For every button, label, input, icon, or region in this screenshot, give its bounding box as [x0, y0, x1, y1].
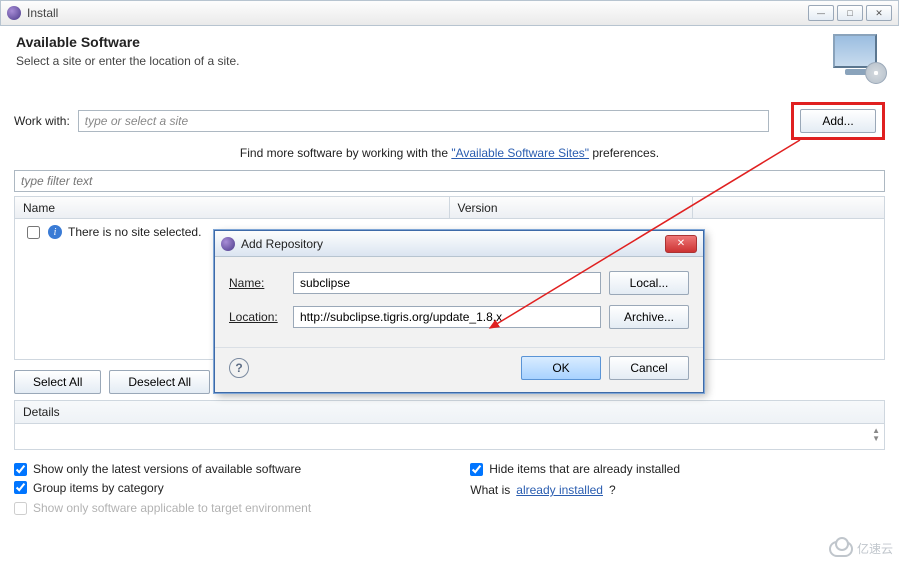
show-applicable-option[interactable]: Show only software applicable to target … — [14, 499, 467, 517]
show-applicable-checkbox[interactable] — [14, 502, 27, 515]
add-repository-dialog: Add Repository ✕ Name: Local... Location… — [214, 230, 704, 393]
name-label: Name: — [229, 276, 285, 290]
column-name[interactable]: Name — [15, 197, 450, 218]
filter-input[interactable] — [14, 170, 885, 192]
location-input[interactable] — [293, 306, 601, 328]
maximize-button[interactable] — [837, 5, 863, 21]
wizard-header: Available Software Select a site or ente… — [0, 26, 899, 92]
add-button[interactable]: Add... — [800, 109, 876, 133]
what-is-installed: What is already installed? — [470, 481, 871, 499]
window-title: Install — [27, 6, 805, 20]
hide-installed-option[interactable]: Hide items that are already installed — [470, 460, 871, 478]
show-latest-checkbox[interactable] — [14, 463, 27, 476]
options-area: Show only the latest versions of availab… — [14, 460, 885, 518]
column-version[interactable]: Version — [450, 197, 693, 218]
eclipse-icon — [7, 6, 21, 20]
location-label: Location: — [229, 310, 285, 324]
cancel-button[interactable]: Cancel — [609, 356, 689, 380]
modal-title: Add Repository — [241, 237, 665, 251]
titlebar: Install — [0, 0, 899, 26]
modal-titlebar: Add Repository ✕ — [215, 231, 703, 257]
archive-button[interactable]: Archive... — [609, 305, 689, 329]
empty-message: There is no site selected. — [68, 225, 201, 239]
details-header[interactable]: Details — [14, 400, 885, 424]
name-input[interactable] — [293, 272, 601, 294]
select-all-button[interactable]: Select All — [14, 370, 101, 394]
info-icon: i — [48, 225, 62, 239]
help-icon[interactable]: ? — [229, 358, 249, 378]
deselect-all-button[interactable]: Deselect All — [109, 370, 210, 394]
available-sites-link[interactable]: "Available Software Sites" — [451, 146, 589, 160]
column-blank — [693, 197, 884, 218]
add-button-highlight: Add... — [791, 102, 885, 140]
show-latest-option[interactable]: Show only the latest versions of availab… — [14, 460, 467, 478]
workwith-label: Work with: — [14, 114, 70, 128]
minimize-button[interactable] — [808, 5, 834, 21]
table-header: Name Version — [15, 197, 884, 219]
watermark: 亿速云 — [829, 540, 893, 557]
ok-button[interactable]: OK — [521, 356, 601, 380]
row-checkbox[interactable] — [27, 226, 40, 239]
install-banner-icon — [833, 34, 883, 80]
hide-installed-checkbox[interactable] — [470, 463, 483, 476]
local-button[interactable]: Local... — [609, 271, 689, 295]
findmore-text: Find more software by working with the "… — [14, 146, 885, 160]
page-subtitle: Select a site or enter the location of a… — [16, 54, 239, 68]
already-installed-link[interactable]: already installed — [516, 483, 603, 497]
workwith-input[interactable] — [78, 110, 769, 132]
modal-close-button[interactable]: ✕ — [665, 235, 697, 253]
group-category-option[interactable]: Group items by category — [14, 479, 467, 497]
details-body: ▲▼ — [14, 424, 885, 450]
close-button[interactable] — [866, 5, 892, 21]
eclipse-icon — [221, 237, 235, 251]
page-title: Available Software — [16, 34, 239, 50]
details-scroll[interactable]: ▲▼ — [872, 428, 880, 442]
cloud-icon — [829, 541, 853, 557]
group-category-checkbox[interactable] — [14, 481, 27, 494]
